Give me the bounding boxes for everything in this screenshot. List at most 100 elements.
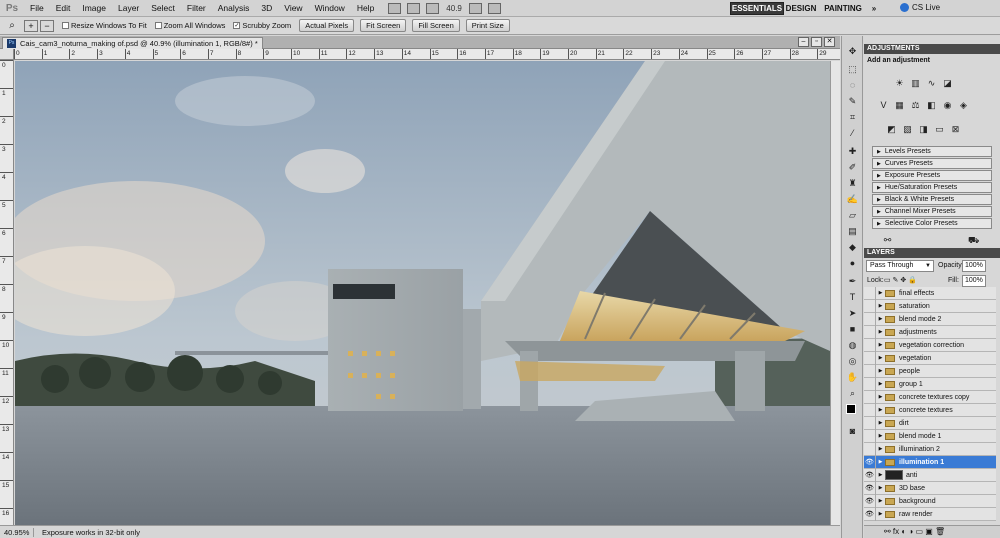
3d-rotate-tool-icon[interactable]: ◍ [846, 340, 859, 351]
zoom-level-select[interactable]: 40.9 [446, 4, 462, 13]
visibility-eye-icon[interactable] [864, 416, 876, 430]
menu-edit[interactable]: Edit [50, 3, 77, 13]
dodge-tool-icon[interactable]: ● [846, 258, 859, 269]
visibility-eye-icon[interactable]: 👁 [864, 468, 876, 482]
menu-window[interactable]: Window [309, 3, 351, 13]
expand-arrow-icon[interactable]: ▶ [876, 459, 885, 465]
visibility-eye-icon[interactable] [864, 442, 876, 456]
gradient-map-icon[interactable]: ▭ [934, 124, 945, 134]
vibrance-icon[interactable]: V [878, 100, 889, 110]
menu-image[interactable]: Image [76, 3, 112, 13]
arrange-documents-icon[interactable] [468, 2, 482, 14]
menu-analysis[interactable]: Analysis [212, 3, 256, 13]
workspace-painting[interactable]: PAINTING [824, 2, 862, 15]
layer-row[interactable]: ▶ group 1 [864, 377, 996, 391]
foreground-color-swatch[interactable] [846, 404, 856, 414]
visibility-eye-icon[interactable] [864, 390, 876, 404]
layer-row[interactable]: 👁 ▶ background [864, 494, 996, 508]
visibility-eye-icon[interactable] [864, 287, 876, 300]
mini-bridge-icon[interactable] [407, 2, 421, 14]
layer-row[interactable]: ▶ final effects [864, 287, 996, 300]
layers-tab[interactable]: LAYERS [864, 248, 1000, 258]
visibility-eye-icon[interactable]: 👁 [864, 507, 876, 521]
channel-mixer-icon[interactable]: ◈ [958, 100, 969, 110]
lock-icons[interactable]: ▭ ✎ ✥ 🔒 [884, 276, 917, 284]
black-white-icon[interactable]: ◧ [926, 100, 937, 110]
path-selection-tool-icon[interactable]: ➤ [846, 308, 859, 319]
selective-color-icon[interactable]: ⊠ [950, 124, 961, 134]
exposure-icon[interactable]: ◪ [942, 78, 953, 88]
shape-tool-icon[interactable]: ■ [846, 324, 859, 335]
layers-footer-icons[interactable]: ⚯ fx ◐ ◑ ▭ ▣ 🗑 [864, 525, 1000, 538]
expand-arrow-icon[interactable]: ▶ [876, 420, 885, 426]
visibility-eye-icon[interactable] [864, 338, 876, 352]
menu-layer[interactable]: Layer [112, 3, 145, 13]
zoom-all-windows-checkbox[interactable]: Zoom All Windows [154, 21, 225, 30]
layer-row[interactable]: 👁 ▶ 3D base [864, 481, 996, 495]
preset-item[interactable]: Levels Presets [872, 146, 992, 157]
type-tool-icon[interactable]: T [846, 292, 859, 303]
preset-item[interactable]: Channel Mixer Presets [872, 206, 992, 217]
visibility-eye-icon[interactable] [864, 312, 876, 326]
visibility-eye-icon[interactable]: 👁 [864, 494, 876, 508]
blend-mode-select[interactable]: Pass Through ▼ [866, 260, 934, 272]
preset-item[interactable]: Black & White Presets [872, 194, 992, 205]
cs-live-button[interactable]: CS Live [900, 3, 940, 12]
invert-icon[interactable]: ◩ [886, 124, 897, 134]
visibility-eye-icon[interactable]: 👁 [864, 455, 876, 469]
layer-row[interactable]: 👁 ▶ anti [864, 468, 996, 482]
eraser-tool-icon[interactable]: ▱ [846, 210, 859, 221]
view-extras-icon[interactable] [426, 2, 440, 14]
layer-row[interactable]: ▶ illumination 2 [864, 442, 996, 456]
expand-arrow-icon[interactable]: ▶ [876, 290, 885, 296]
lasso-tool-icon[interactable]: ◌ [846, 80, 859, 91]
hand-tool-icon[interactable]: ✋ [846, 372, 859, 383]
preset-item[interactable]: Hue/Saturation Presets [872, 182, 992, 193]
horizontal-ruler[interactable]: 0 1 2 3 4 5 6 7 8 9 10 11 12 13 14 15 16 17 18 19 20 21 22 23 24… [14, 49, 840, 60]
workspace-design[interactable]: DESIGN [786, 2, 817, 15]
menu-select[interactable]: Select [145, 3, 181, 13]
layer-row[interactable]: ▶ people [864, 364, 996, 378]
workspace-more[interactable]: » [868, 2, 880, 15]
visibility-eye-icon[interactable] [864, 377, 876, 391]
preset-item[interactable]: Curves Presets [872, 158, 992, 169]
expand-arrow-icon[interactable]: ▶ [876, 329, 885, 335]
brightness-contrast-icon[interactable]: ☀ [894, 78, 905, 88]
minimize-icon[interactable]: – [798, 37, 809, 47]
expand-arrow-icon[interactable]: ▶ [876, 342, 885, 348]
restore-icon[interactable]: ▫ [811, 37, 822, 47]
menu-3d[interactable]: 3D [255, 3, 278, 13]
layer-row[interactable]: ▶ blend mode 1 [864, 429, 996, 443]
layer-row[interactable]: ▶ blend mode 2 [864, 312, 996, 326]
print-size-button[interactable]: Print Size [465, 19, 510, 32]
visibility-eye-icon[interactable] [864, 299, 876, 313]
posterize-icon[interactable]: ▧ [902, 124, 913, 134]
layer-row[interactable]: ▶ vegetation [864, 351, 996, 365]
color-balance-icon[interactable]: ⚖ [910, 100, 921, 110]
curves-icon[interactable]: ∿ [926, 78, 937, 88]
zoom-tool-icon[interactable]: ⌕ [846, 388, 859, 399]
blur-tool-icon[interactable]: ◆ [846, 242, 859, 253]
expand-arrow-icon[interactable]: ▶ [876, 407, 885, 413]
brush-tool-icon[interactable]: ✐ [846, 162, 859, 173]
layer-row[interactable]: ▶ dirt [864, 416, 996, 430]
status-zoom-field[interactable]: 40.95% [0, 527, 34, 537]
layer-row[interactable]: ▶ concrete textures [864, 403, 996, 417]
crop-tool-icon[interactable]: ⌗ [846, 112, 859, 123]
expand-arrow-icon[interactable]: ▶ [876, 433, 885, 439]
menu-view[interactable]: View [278, 3, 308, 13]
gradient-tool-icon[interactable]: ▤ [846, 226, 859, 237]
menu-help[interactable]: Help [351, 3, 380, 13]
threshold-icon[interactable]: ◨ [918, 124, 929, 134]
layer-row[interactable]: ▶ saturation [864, 299, 996, 313]
expand-arrow-icon[interactable]: ▶ [876, 446, 885, 452]
menu-filter[interactable]: Filter [181, 3, 212, 13]
zoom-out-icon[interactable]: − [40, 19, 54, 32]
preset-item[interactable]: Exposure Presets [872, 170, 992, 181]
close-icon[interactable]: ✕ [824, 37, 835, 47]
layer-row[interactable]: 👁 ▶ illumination 1 [864, 455, 996, 469]
document-canvas[interactable] [15, 61, 830, 525]
layer-row[interactable]: ▶ concrete textures copy [864, 390, 996, 404]
ruler-origin[interactable] [0, 49, 14, 60]
healing-brush-tool-icon[interactable]: ✚ [846, 146, 859, 157]
